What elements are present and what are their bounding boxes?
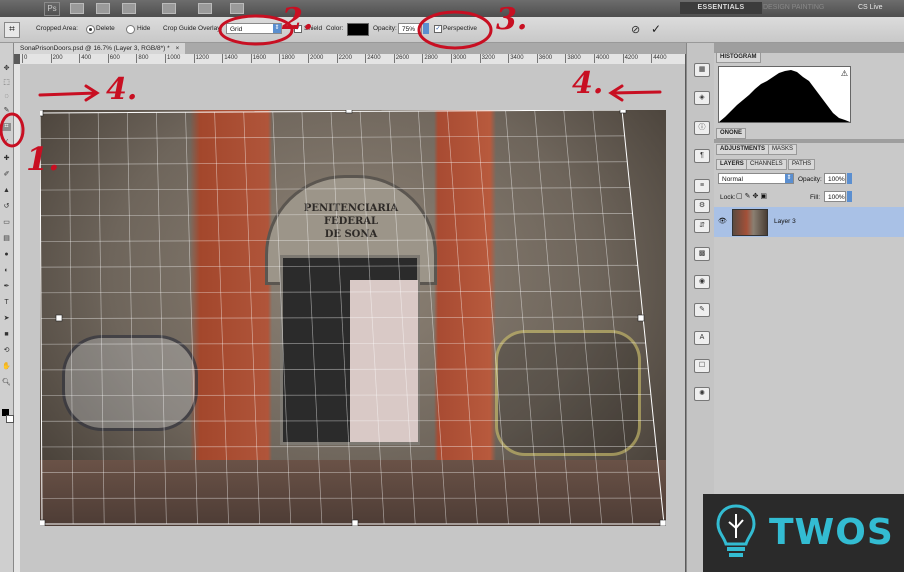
perspective-circle-mark bbox=[417, 10, 493, 50]
twos-watermark: TWOS bbox=[703, 494, 904, 572]
overlay-circle-mark bbox=[218, 14, 294, 46]
annotation-marks bbox=[0, 10, 662, 148]
watermark-text: TWOS bbox=[769, 512, 894, 553]
arrow-left-mark bbox=[608, 84, 662, 102]
arrow-right-mark bbox=[38, 84, 100, 102]
lightbulb-logo-icon bbox=[716, 504, 756, 557]
crop-tool-circle-mark bbox=[0, 112, 25, 148]
